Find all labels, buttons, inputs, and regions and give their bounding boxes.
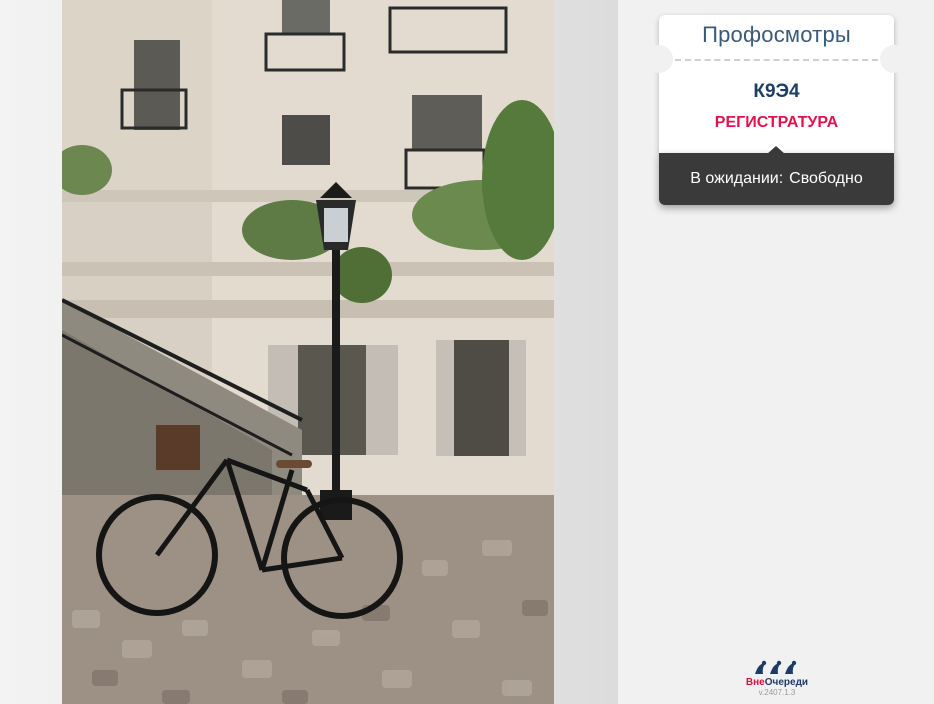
desk-name: РЕГИСТРАТУРА: [714, 114, 839, 131]
queue-display-screen: Профосмотры К9Э4 РЕГИСТРАТУРА В ожидании…: [0, 0, 934, 704]
ticket-number: К9Э4: [753, 81, 800, 102]
service-title: Профосмотры: [702, 22, 851, 47]
status-pointer: [767, 146, 785, 154]
ticket-tear-line: [675, 59, 878, 61]
status-bar: В ожидании: Свободно: [659, 146, 894, 205]
version-label: v.2407.1.3: [758, 688, 796, 697]
ticket-notch-left: [645, 45, 673, 73]
status-value: Свободно: [789, 170, 863, 187]
background-photo: [62, 0, 554, 704]
logo-wordmark: ВнеОчереди: [738, 677, 816, 688]
brand-logo: ВнеОчереди v.2407.1.3: [738, 660, 816, 704]
photo-illustration: [62, 0, 554, 704]
left-panel: [0, 0, 618, 704]
status-label: В ожидании:: [690, 170, 784, 187]
logo-text-part1: Вне: [745, 677, 765, 688]
logo-text-part2: Очереди: [764, 677, 809, 688]
queue-figures-icon: [755, 660, 797, 674]
ticket-card: Профосмотры К9Э4 РЕГИСТРАТУРА В ожидании…: [645, 15, 908, 205]
ticket-body: Профосмотры К9Э4 РЕГИСТРАТУРА: [645, 15, 908, 153]
ticket-notch-right: [880, 45, 908, 73]
